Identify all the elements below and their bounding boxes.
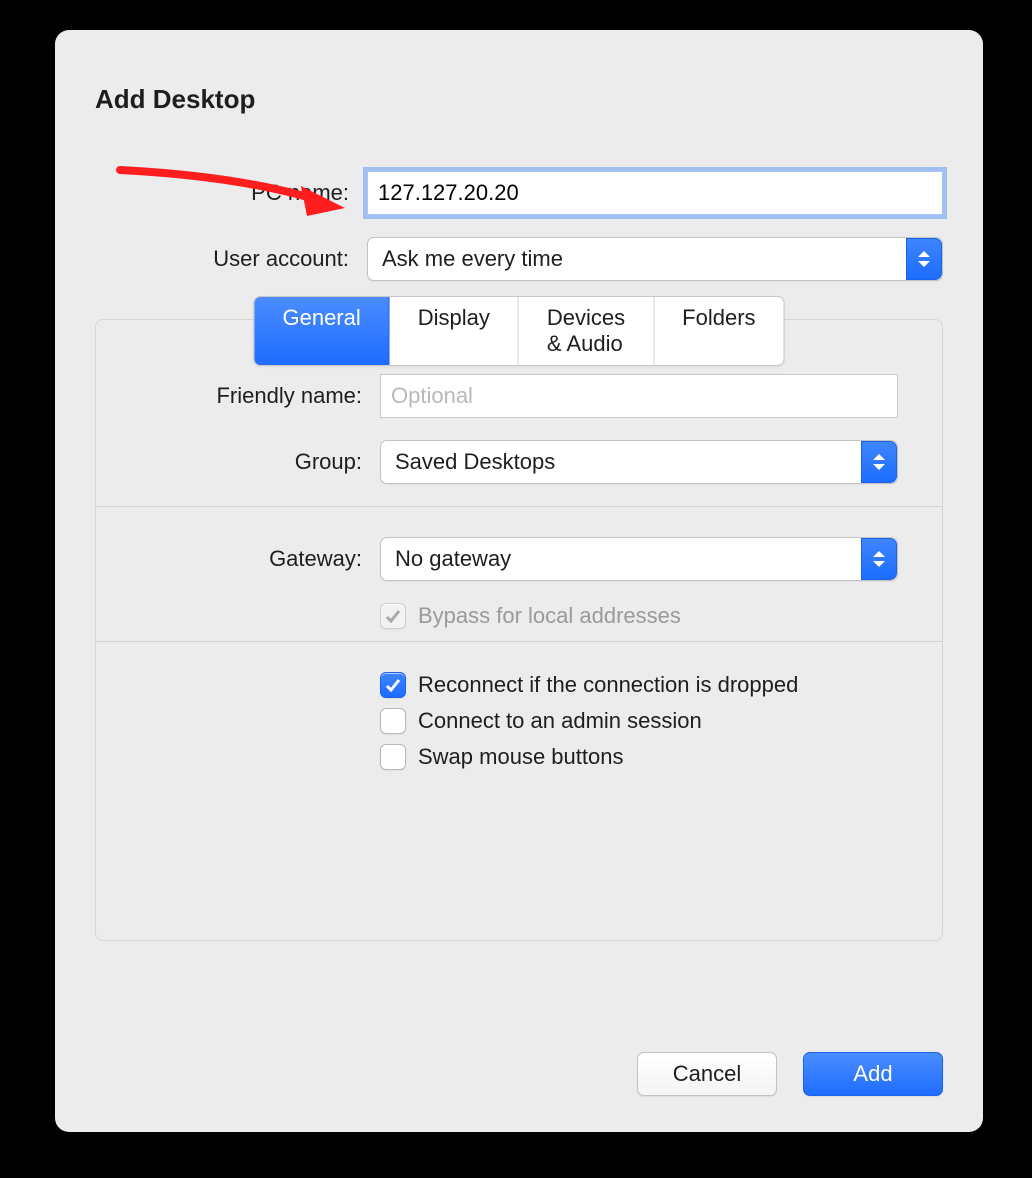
admin-label: Connect to an admin session [418,708,702,734]
add-desktop-dialog: Add Desktop PC name: User account: Ask m… [55,30,983,1132]
swap-label: Swap mouse buttons [418,744,623,770]
bypass-row: Bypass for local addresses [380,603,898,629]
bypass-checkbox [380,603,406,629]
divider [96,506,942,507]
pc-name-input[interactable] [367,171,943,215]
user-account-select[interactable]: Ask me every time [367,237,943,281]
user-account-label: User account: [95,246,367,272]
tab-folders[interactable]: Folders [654,297,783,365]
dialog-title: Add Desktop [95,84,943,115]
reconnect-row: Reconnect if the connection is dropped [380,672,898,698]
pc-name-label: PC name: [95,180,367,206]
gateway-value: No gateway [395,546,511,572]
updown-icon [861,538,897,580]
user-account-value: Ask me every time [382,246,563,272]
cancel-button[interactable]: Cancel [637,1052,777,1096]
settings-groupbox: General Display Devices & Audio Folders … [95,319,943,941]
bypass-label: Bypass for local addresses [418,603,681,629]
add-button[interactable]: Add [803,1052,943,1096]
gateway-label: Gateway: [140,546,380,572]
tab-display[interactable]: Display [390,297,519,365]
group-value: Saved Desktops [395,449,555,475]
reconnect-checkbox[interactable] [380,672,406,698]
tab-devices-audio[interactable]: Devices & Audio [519,297,654,365]
admin-checkbox[interactable] [380,708,406,734]
friendly-name-input[interactable] [380,374,898,418]
admin-row: Connect to an admin session [380,708,898,734]
swap-checkbox[interactable] [380,744,406,770]
tabs: General Display Devices & Audio Folders [253,296,784,366]
swap-row: Swap mouse buttons [380,744,898,770]
tab-general[interactable]: General [254,297,389,365]
reconnect-label: Reconnect if the connection is dropped [418,672,798,698]
group-select[interactable]: Saved Desktops [380,440,898,484]
dialog-footer: Cancel Add [637,1052,943,1096]
group-label: Group: [140,449,380,475]
gateway-select[interactable]: No gateway [380,537,898,581]
divider [96,641,942,642]
friendly-name-label: Friendly name: [140,383,380,409]
updown-icon [861,441,897,483]
updown-icon [906,238,942,280]
